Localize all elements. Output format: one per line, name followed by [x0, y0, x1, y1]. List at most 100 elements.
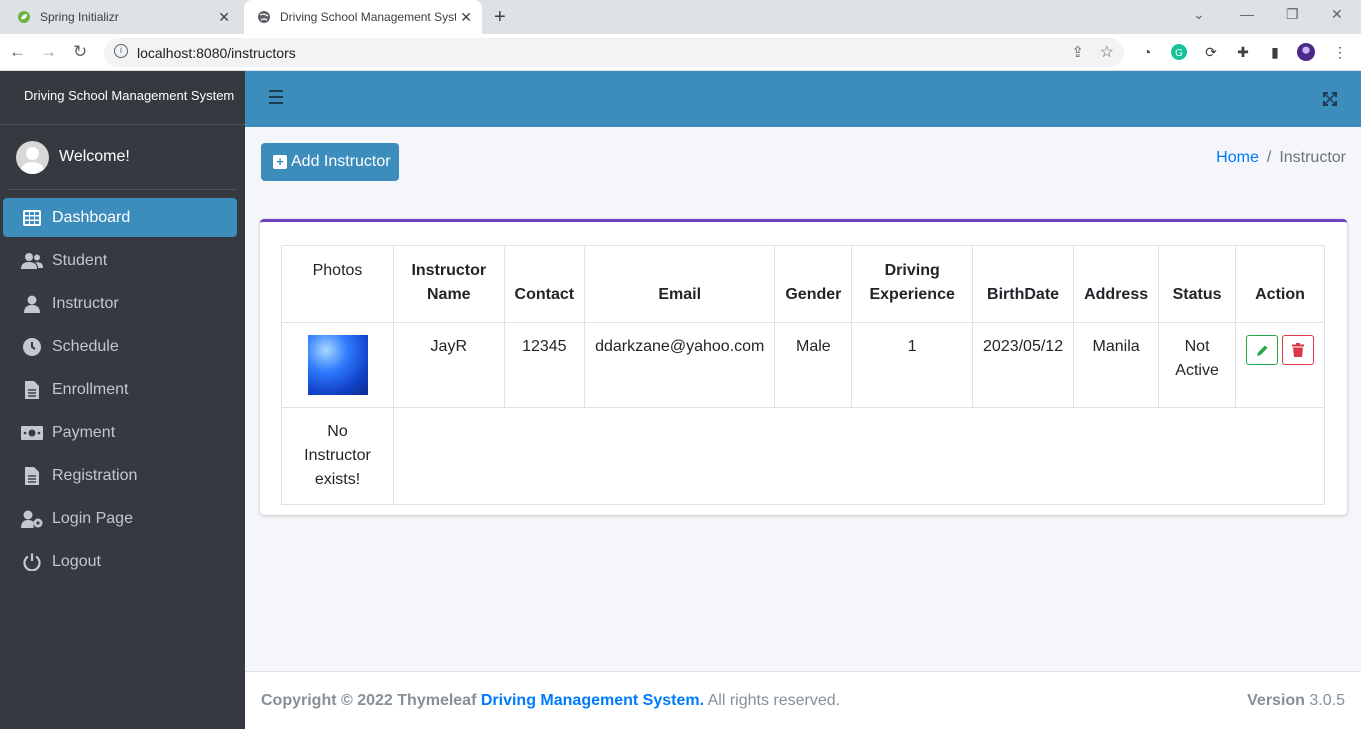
add-instructor-label: Add Instructor [291, 153, 391, 170]
url-text[interactable]: localhost:8080/instructors [137, 45, 296, 61]
col-driving-experience: Driving Experience [851, 245, 974, 323]
money-icon [21, 423, 43, 443]
footer-copyright: Copyright © 2022 Thymeleaf [261, 692, 477, 709]
sidebar: Driving School Management System Welcome… [0, 71, 245, 729]
tab-search-chevron-icon[interactable]: ⌄ [1193, 6, 1205, 23]
bookmark-star-icon[interactable]: ☆ [1100, 42, 1114, 62]
address-bar[interactable]: i localhost:8080/instructors ⇪ ☆ [104, 38, 1124, 67]
close-tab-icon[interactable]: ✕ [460, 9, 472, 26]
menu-kebab-icon[interactable]: ⋮ [1331, 43, 1349, 61]
extension-sync-icon[interactable]: ⟳ [1202, 43, 1220, 61]
cell-address: Manila [1073, 322, 1160, 408]
browser-tab-bar: Spring Initializr ✕ Driving School Manag… [0, 0, 1361, 34]
spring-leaf-icon [16, 9, 32, 25]
clock-icon [21, 337, 43, 357]
sidebar-item-label: Student [52, 251, 108, 269]
sidebar-item-student[interactable]: Student [3, 241, 237, 280]
col-address: Address [1073, 245, 1160, 323]
footer-version-label: Version [1247, 692, 1305, 709]
cell-birthdate: 2023/05/12 [972, 322, 1075, 408]
browser-tab-spring[interactable]: Spring Initializr ✕ [8, 0, 240, 34]
instructor-photo [307, 335, 368, 395]
grid-icon [21, 208, 43, 228]
cell-email: ddarkzane@yahoo.com [584, 322, 776, 408]
browser-toolbar: ← → ↻ i localhost:8080/instructors ⇪ ☆ ◔… [0, 34, 1361, 71]
cell-contact: 12345 [503, 322, 586, 408]
add-instructor-button[interactable]: + Add Instructor [261, 143, 399, 181]
cell-name: JayR [393, 322, 505, 408]
profile-avatar[interactable] [1297, 43, 1315, 61]
close-window-icon[interactable]: ✕ [1331, 6, 1343, 23]
cell-action [1235, 322, 1325, 408]
tab-title: Driving School Management Syst [280, 10, 456, 24]
cell-experience: 1 [851, 322, 974, 408]
sidebar-item-label: Login Page [52, 509, 133, 527]
sidebar-item-label: Enrollment [52, 380, 129, 398]
fullscreen-icon[interactable] [1323, 92, 1337, 109]
site-info-icon[interactable]: i [114, 44, 128, 58]
footer: Copyright © 2022 Thymeleaf Driving Manag… [245, 671, 1361, 729]
col-status: Status [1158, 245, 1236, 323]
col-gender: Gender [774, 245, 853, 323]
empty-filler [393, 407, 1325, 505]
instructor-table: Photos Instructor Name Contact Email Gen… [281, 245, 1325, 505]
sidebar-item-schedule[interactable]: Schedule [3, 327, 237, 366]
users-icon [21, 251, 43, 271]
sidebar-item-label: Payment [52, 423, 116, 441]
delete-button[interactable] [1282, 335, 1314, 365]
hamburger-menu-icon[interactable] [269, 90, 283, 104]
sidebar-item-login-page[interactable]: Login Page [3, 499, 237, 538]
instructor-card: Photos Instructor Name Contact Email Gen… [260, 219, 1347, 515]
sidebar-item-dashboard[interactable]: Dashboard [3, 198, 237, 237]
footer-version: 3.0.5 [1309, 692, 1345, 709]
share-icon[interactable]: ⇪ [1071, 43, 1084, 61]
sidebar-item-enrollment[interactable]: Enrollment [3, 370, 237, 409]
extension-speed-icon[interactable]: ◔ [1138, 43, 1156, 61]
col-contact: Contact [503, 245, 586, 323]
top-navbar [245, 71, 1361, 127]
puzzle-icon[interactable]: ✚ [1234, 43, 1252, 61]
col-photos: Photos [281, 245, 394, 323]
table-row-empty: No Instructor exists! [281, 407, 1325, 505]
edit-button[interactable] [1246, 335, 1278, 365]
reload-icon[interactable]: ↻ [73, 42, 87, 62]
brand-title[interactable]: Driving School Management System [0, 71, 245, 125]
forward-arrow-icon[interactable]: → [40, 42, 57, 62]
sidebar-item-label: Registration [52, 466, 138, 484]
restore-icon[interactable]: ❐ [1286, 6, 1299, 23]
col-action: Action [1235, 245, 1325, 323]
sidebar-item-label: Dashboard [52, 208, 131, 226]
sidebar-nav: Dashboard Student Instructor Schedule En… [0, 198, 245, 581]
avatar [16, 140, 49, 174]
welcome-text[interactable]: Welcome! [59, 148, 130, 166]
grammarly-icon[interactable]: G [1170, 43, 1188, 61]
breadcrumb-home[interactable]: Home [1216, 149, 1259, 166]
breadcrumb-separator: / [1266, 149, 1272, 166]
minimize-icon[interactable]: — [1240, 6, 1254, 22]
power-icon [21, 552, 43, 572]
browser-tab-active[interactable]: Driving School Management Syst ✕ [244, 0, 482, 34]
footer-link[interactable]: Driving Management System. [481, 692, 704, 709]
sidebar-item-instructor[interactable]: Instructor [3, 284, 237, 323]
close-tab-icon[interactable]: ✕ [218, 9, 230, 26]
back-arrow-icon[interactable]: ← [9, 42, 26, 62]
sidebar-item-label: Logout [52, 552, 101, 570]
side-panel-icon[interactable]: ▮ [1266, 43, 1284, 61]
document-icon [21, 466, 43, 486]
col-birthdate: BirthDate [972, 245, 1075, 323]
sidebar-item-label: Instructor [52, 294, 119, 312]
photo-cell [281, 322, 394, 408]
breadcrumb-current: Instructor [1279, 149, 1346, 166]
sidebar-item-registration[interactable]: Registration [3, 456, 237, 495]
sidebar-item-logout[interactable]: Logout [3, 542, 237, 581]
new-tab-icon[interactable]: + [494, 6, 506, 29]
cell-status: Not Active [1158, 322, 1236, 408]
cell-gender: Male [774, 322, 853, 408]
globe-icon [256, 9, 272, 25]
user-cog-icon [21, 509, 43, 529]
col-instructor-name: Instructor Name [393, 245, 505, 323]
col-email: Email [584, 245, 776, 323]
empty-message: No Instructor exists! [281, 407, 394, 505]
tab-title: Spring Initializr [40, 10, 119, 24]
sidebar-item-payment[interactable]: Payment [3, 413, 237, 452]
